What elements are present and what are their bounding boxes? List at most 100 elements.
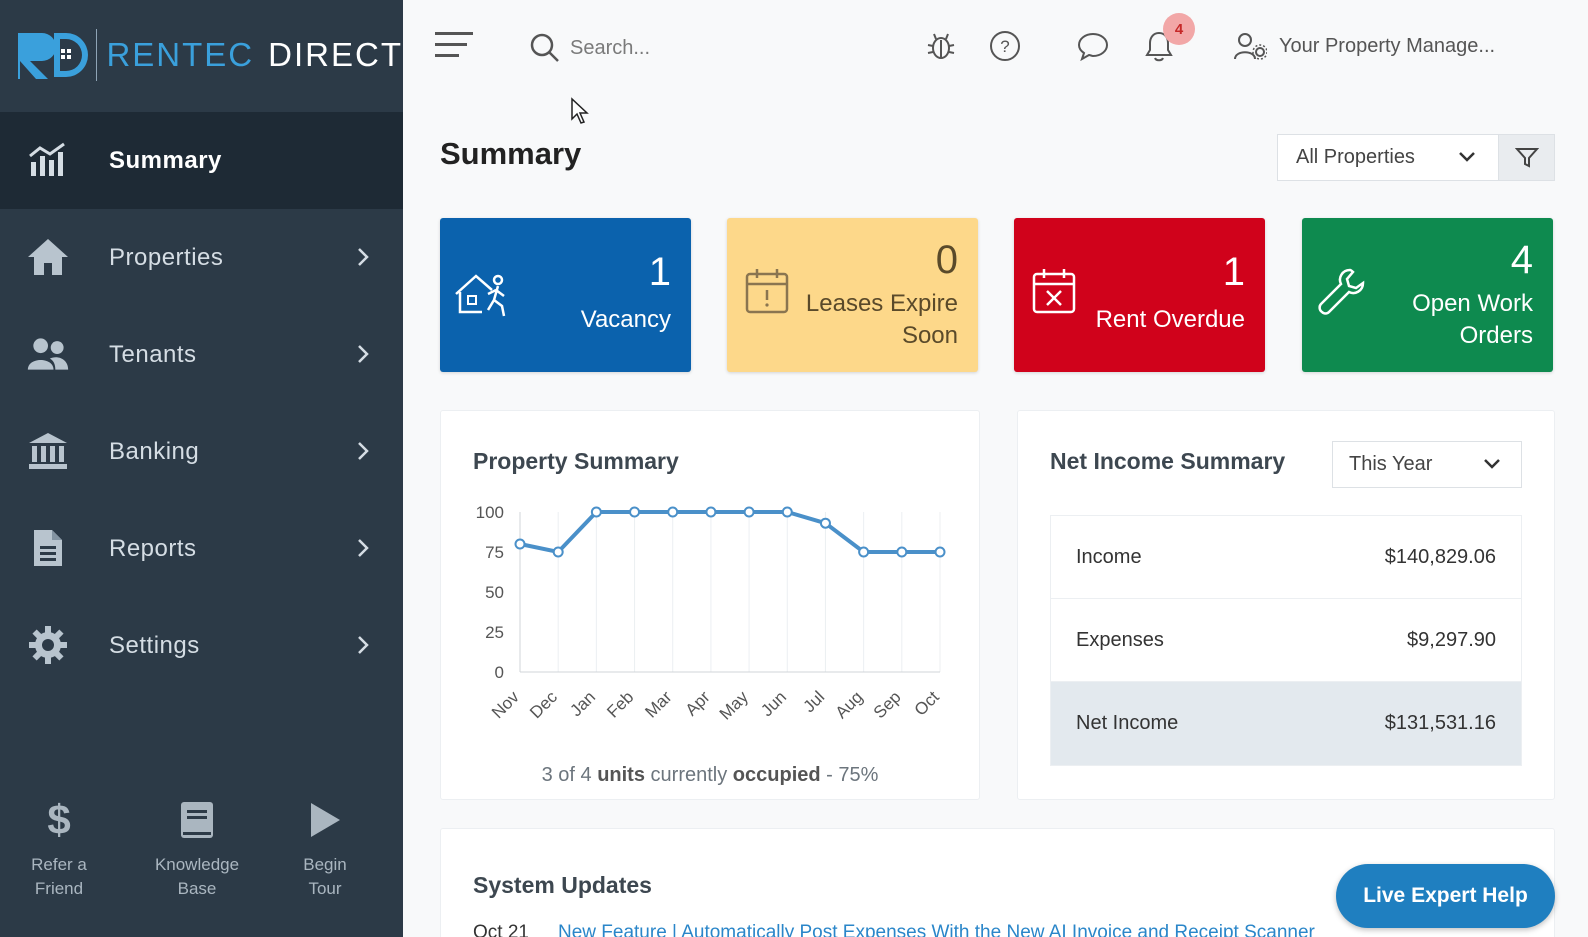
chevron-right-icon (358, 539, 369, 557)
data-point (514, 538, 526, 550)
data-point (896, 546, 908, 558)
footer-label-line: Refer a (31, 855, 87, 874)
notification-badge[interactable]: 4 (1163, 13, 1195, 45)
sidebar-item-properties[interactable]: Properties (0, 209, 403, 306)
knowledge-base-link[interactable]: Knowledge Base (142, 787, 252, 901)
refer-a-friend-link[interactable]: $ Refer a Friend (4, 787, 114, 901)
system-updates-title: System Updates (473, 872, 652, 898)
sidebar-item-label: Reports (109, 534, 197, 562)
user-gear-icon (1234, 33, 1267, 60)
data-point (590, 506, 602, 518)
sidebar-item-tenants[interactable]: Tenants (0, 306, 403, 403)
x-tick-label: Jun (757, 687, 790, 720)
sidebar: RENTEC DIRECT Summary Properties Tenants … (0, 0, 403, 937)
y-tick-label: 75 (485, 543, 504, 562)
x-tick-label: May (716, 687, 752, 723)
data-point (819, 517, 831, 529)
document-icon (26, 528, 70, 568)
chevron-down-icon (1484, 459, 1500, 469)
chat-icon[interactable] (1075, 28, 1111, 64)
calendar-x-icon (1032, 266, 1076, 321)
sidebar-item-label: Summary (109, 146, 222, 174)
data-point (705, 506, 717, 518)
kpi-label: Leases Expire (805, 290, 958, 317)
sidebar-item-label: Banking (109, 437, 200, 465)
sidebar-footer: $ Refer a Friend Knowledge Base Begin To… (0, 787, 403, 937)
user-name: Your Property Manage... (1279, 34, 1496, 57)
users-icon (26, 334, 70, 374)
calendar-alert-icon (745, 266, 789, 321)
occupancy-line-chart: 100 75 50 25 0 Nov Dec Jan Feb Mar Apr May Jun Jul Aug… (476, 503, 946, 724)
footer-label-line: Friend (34, 879, 84, 898)
mouse-cursor-icon (571, 97, 589, 124)
live-expert-help-button[interactable]: Live Expert Help (1336, 864, 1555, 928)
row-value: $131,531.16 (1384, 712, 1496, 734)
kpi-label: Vacancy (580, 306, 671, 333)
kpi-vacancy[interactable]: 1 Vacancy (440, 218, 691, 372)
menu-icon[interactable] (435, 30, 475, 60)
sidebar-item-banking[interactable]: Banking (0, 403, 403, 500)
chevron-right-icon (358, 442, 369, 460)
brand-name-part2: DIRECT (268, 36, 403, 73)
help-icon[interactable]: ? (987, 28, 1023, 64)
filter-button[interactable] (1498, 134, 1555, 181)
data-point (743, 506, 755, 518)
svg-text:?: ? (1000, 37, 1009, 56)
chevron-right-icon (358, 248, 369, 266)
x-tick-label: Mar (641, 687, 675, 721)
net-income-title: Net Income Summary (1050, 448, 1286, 474)
gear-icon (26, 625, 70, 665)
kpi-value: 0 (935, 238, 958, 282)
row-value: $9,297.90 (1407, 628, 1496, 651)
bank-icon (26, 431, 70, 471)
brand-name-part1: RENTEC (106, 36, 255, 73)
footer-label-line: Tour (308, 879, 342, 898)
table-row[interactable]: Expenses $9,297.90 (1051, 599, 1521, 682)
brand-logo[interactable]: RENTEC DIRECT (0, 0, 403, 110)
update-date: Oct 21 (473, 922, 529, 937)
kpi-rent-overdue[interactable]: 1 Rent Overdue (1014, 218, 1265, 372)
x-tick-label: Sep (870, 687, 905, 722)
rd-logo-mark (14, 27, 88, 83)
x-tick-label: Feb (603, 687, 637, 721)
kpi-open-work-orders[interactable]: 4 Open Work Orders (1302, 218, 1553, 372)
data-point (781, 506, 793, 518)
update-link[interactable]: New Feature | Automatically Post Expense… (558, 922, 1418, 937)
data-point (934, 546, 946, 558)
x-tick-label: Jul (799, 687, 828, 716)
occupancy-percent: - 75% (826, 764, 879, 786)
bug-icon[interactable] (923, 28, 959, 64)
sidebar-item-label: Settings (109, 631, 200, 659)
footer-label-line: Knowledge (154, 855, 240, 874)
sidebar-item-reports[interactable]: Reports (0, 500, 403, 597)
user-menu[interactable]: Your Property Manage... (1233, 26, 1495, 66)
kpi-label: Rent Overdue (1095, 306, 1245, 333)
data-point (667, 506, 679, 518)
table-row[interactable]: Income $140,829.06 (1051, 516, 1521, 599)
search-box[interactable] (530, 28, 830, 68)
x-tick-label: Aug (832, 687, 867, 722)
sidebar-item-summary[interactable]: Summary (0, 112, 403, 209)
y-tick-label: 25 (485, 623, 504, 642)
units-word: units (597, 764, 645, 786)
sidebar-item-label: Tenants (109, 340, 197, 368)
begin-tour-link[interactable]: Begin Tour (270, 787, 380, 901)
data-point (629, 506, 641, 518)
kpi-leases-expire-soon[interactable]: 0 Leases Expire Soon (727, 218, 978, 372)
search-input[interactable] (570, 36, 810, 60)
property-filter-select[interactable]: All Properties (1277, 134, 1498, 181)
play-icon (270, 787, 380, 853)
footer-label-line: Base (177, 879, 217, 898)
y-tick-label: 0 (495, 663, 504, 682)
filter-icon (1514, 147, 1539, 168)
footer-label-line: Begin (303, 855, 347, 874)
period-value: This Year (1349, 453, 1433, 475)
chevron-down-icon (1459, 152, 1475, 162)
currently-word: currently (650, 764, 728, 786)
sidebar-item-settings[interactable]: Settings (0, 597, 403, 694)
house-icon (26, 237, 70, 277)
brand-name: RENTEC DIRECT (106, 36, 403, 74)
table-row-total[interactable]: Net Income $131,531.16 (1051, 682, 1521, 765)
period-select[interactable]: This Year (1332, 441, 1522, 488)
kpi-value: 1 (1222, 250, 1245, 294)
